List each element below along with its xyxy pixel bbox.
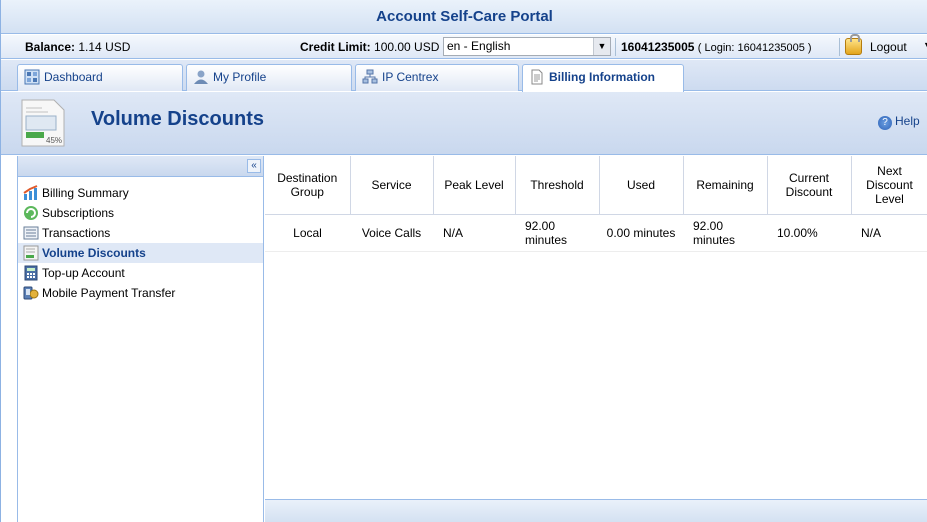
sidebar-item-mobile-payment-transfer[interactable]: Mobile Payment Transfer: [18, 283, 263, 303]
tab-ip-centrex[interactable]: IP Centrex: [355, 64, 519, 91]
column-header[interactable]: Peak Level: [433, 156, 516, 215]
discount-icon-text: 45%: [46, 136, 62, 145]
divider: [615, 38, 616, 56]
table-cell: 0.00 minutes: [599, 214, 683, 252]
account-info-bar: Balance: 1.14 USD Credit Limit: 100.00 U…: [1, 34, 927, 59]
dashboard-icon: [24, 69, 40, 85]
column-header[interactable]: Used: [599, 156, 684, 215]
sidebar-item-volume-discounts[interactable]: Volume Discounts: [18, 243, 263, 263]
table-footer: [265, 499, 927, 522]
caret-down-icon[interactable]: ▼: [923, 40, 927, 50]
network-icon: [362, 69, 378, 84]
collapse-sidebar-button[interactable]: «: [247, 159, 261, 173]
column-header[interactable]: Threshold: [515, 156, 600, 215]
tab-my-profile-label: My Profile: [213, 70, 267, 84]
sidebar-item-label: Billing Summary: [42, 186, 129, 200]
sidebar-item-subscriptions[interactable]: Subscriptions: [18, 203, 263, 223]
user-icon: [194, 70, 208, 84]
column-header[interactable]: Remaining: [683, 156, 768, 215]
table-cell: Local: [265, 214, 350, 252]
balance-value: 1.14 USD: [78, 40, 131, 54]
sidebar-item-transactions[interactable]: Transactions: [18, 223, 263, 243]
document-icon: [531, 69, 543, 85]
balance-display: Balance: 1.14 USD: [25, 40, 130, 54]
page-header: 45% Volume Discounts ? Help: [1, 92, 927, 155]
account-display: 16041235005 ( Login: 16041235005 ): [621, 40, 812, 54]
payment-icon: [23, 286, 39, 300]
help-icon: ?: [878, 116, 892, 130]
divider: [839, 38, 840, 56]
discount-icon: [23, 245, 39, 261]
sidebar-item-label: Transactions: [42, 226, 111, 240]
sidebar-item-top-up-account[interactable]: Top-up Account: [18, 263, 263, 283]
sidebar: « Billing Summary Subscriptions Transact…: [17, 156, 264, 522]
login-text: ( Login: 16041235005 ): [697, 42, 812, 54]
sidebar-item-label: Subscriptions: [42, 206, 115, 220]
balance-label: Balance:: [25, 40, 76, 54]
page-title: Volume Discounts: [91, 108, 264, 130]
language-select[interactable]: en - English ▼: [443, 37, 611, 56]
volume-discounts-table: Destination Group Service Peak Level Thr…: [265, 156, 927, 252]
table-cell: Voice Calls: [350, 214, 433, 252]
sidebar-header: «: [18, 156, 263, 177]
tab-dashboard-label: Dashboard: [44, 70, 103, 84]
list-icon: [23, 226, 39, 240]
sidebar-item-label: Top-up Account: [42, 266, 125, 280]
table-cell: N/A: [851, 214, 927, 252]
chart-icon: [23, 185, 38, 200]
volume-discounts-panel: Destination Group Service Peak Level Thr…: [265, 156, 927, 522]
table-cell: 10.00%: [767, 214, 851, 252]
table-cell: N/A: [433, 214, 515, 252]
tab-my-profile[interactable]: My Profile: [186, 64, 352, 91]
logout-label: Logout: [870, 40, 907, 54]
volume-discount-icon: 45%: [21, 99, 65, 147]
account-id: 16041235005: [621, 40, 695, 54]
tab-billing-information[interactable]: Billing Information: [522, 64, 684, 92]
main-tabs: Dashboard My Profile IP Centrex Billing …: [1, 60, 927, 92]
sidebar-item-label: Volume Discounts: [42, 246, 146, 260]
table-row[interactable]: Local Voice Calls N/A 92.00 minutes 0.00…: [265, 214, 927, 252]
app-window: Account Self-Care Portal Balance: 1.14 U…: [0, 0, 927, 522]
table-header-row: Destination Group Service Peak Level Thr…: [265, 156, 927, 215]
lock-icon: [845, 34, 862, 55]
tab-ip-centrex-label: IP Centrex: [382, 70, 439, 84]
column-header[interactable]: Service: [350, 156, 434, 215]
sidebar-item-label: Mobile Payment Transfer: [42, 286, 176, 300]
table-cell: 92.00 minutes: [515, 214, 599, 252]
credit-limit-value: 100.00 USD: [374, 40, 440, 54]
credit-limit-display: Credit Limit: 100.00 USD: [300, 40, 439, 54]
portal-title: Account Self-Care Portal: [1, 0, 927, 34]
tab-billing-information-label: Billing Information: [549, 70, 655, 84]
sidebar-item-billing-summary[interactable]: Billing Summary: [18, 183, 263, 203]
chevron-down-icon[interactable]: ▼: [593, 38, 610, 55]
language-select-value: en - English: [447, 39, 511, 53]
help-label: Help: [895, 114, 920, 128]
column-header[interactable]: Current Discount: [767, 156, 852, 215]
column-header[interactable]: Destination Group: [265, 156, 351, 215]
help-link[interactable]: ? Help: [878, 114, 920, 130]
column-header[interactable]: Next Discount Level: [851, 156, 927, 215]
credit-limit-label: Credit Limit:: [300, 40, 371, 54]
table-cell: 92.00 minutes: [683, 214, 767, 252]
refresh-icon: [24, 206, 38, 220]
tab-dashboard[interactable]: Dashboard: [17, 64, 183, 91]
calculator-icon: [24, 265, 38, 281]
